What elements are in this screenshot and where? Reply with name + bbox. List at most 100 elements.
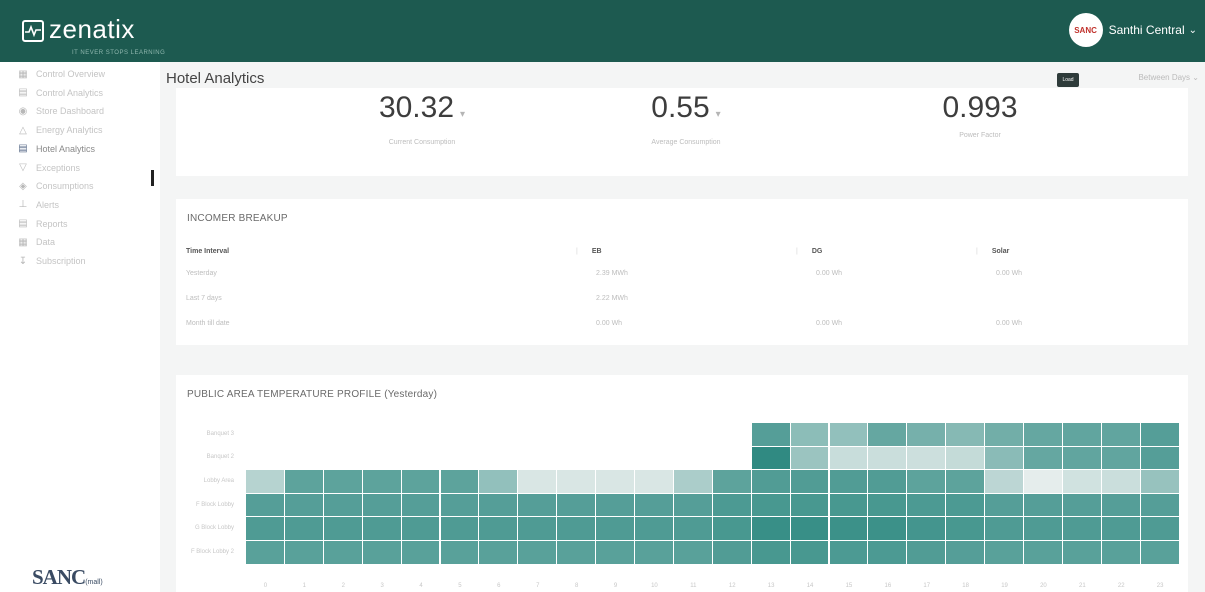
heatmap-cell[interactable]	[557, 470, 596, 493]
zenatix-logo[interactable]: zenatix IT NEVER STOPS LEARNING	[22, 14, 165, 56]
heatmap-cell[interactable]	[1101, 446, 1140, 470]
heatmap-cell[interactable]	[246, 423, 284, 446]
heatmap-cell[interactable]	[907, 541, 946, 564]
heatmap-cell[interactable]	[518, 470, 557, 493]
heatmap-cell[interactable]	[673, 541, 712, 564]
heatmap-cell[interactable]	[596, 517, 634, 540]
heatmap-cell[interactable]	[246, 470, 284, 493]
heatmap-cell[interactable]	[518, 446, 557, 470]
heatmap-cell[interactable]	[751, 517, 790, 540]
heatmap-cell[interactable]	[946, 446, 985, 470]
heatmap-cell[interactable]	[868, 541, 907, 564]
heatmap-cell[interactable]	[284, 446, 323, 470]
heatmap-cell[interactable]	[907, 517, 946, 540]
heatmap-cell[interactable]	[323, 493, 362, 517]
heatmap-cell[interactable]	[829, 517, 868, 540]
heatmap-cell[interactable]	[1140, 470, 1179, 493]
sidebar-item[interactable]: ◈ Consumptions	[16, 178, 93, 194]
heatmap-cell[interactable]	[596, 493, 634, 517]
heatmap-cell[interactable]	[596, 541, 634, 564]
heatmap-cell[interactable]	[712, 541, 751, 564]
heatmap-cell[interactable]	[440, 517, 479, 540]
heatmap-cell[interactable]	[401, 493, 440, 517]
heatmap-cell[interactable]	[673, 493, 712, 517]
heatmap-cell[interactable]	[907, 470, 946, 493]
heatmap-cell[interactable]	[362, 423, 401, 446]
sidebar-item[interactable]: △ Energy Analytics	[16, 122, 102, 138]
heatmap-cell[interactable]	[1062, 423, 1101, 446]
heatmap-cell[interactable]	[1024, 446, 1062, 470]
heatmap-cell[interactable]	[1140, 446, 1179, 470]
heatmap-cell[interactable]	[829, 541, 868, 564]
heatmap-cell[interactable]	[518, 493, 557, 517]
heatmap-cell[interactable]	[479, 541, 518, 564]
heatmap-cell[interactable]	[985, 470, 1023, 493]
heatmap-cell[interactable]	[790, 493, 829, 517]
heatmap-cell[interactable]	[829, 493, 868, 517]
heatmap-cell[interactable]	[479, 423, 518, 446]
date-range-dropdown[interactable]: Between Days ⌄	[1138, 73, 1199, 82]
heatmap-cell[interactable]	[673, 517, 712, 540]
heatmap-cell[interactable]	[1062, 541, 1101, 564]
heatmap-cell[interactable]	[362, 517, 401, 540]
sidebar-item[interactable]: ▤ Hotel Analytics	[16, 141, 95, 157]
heatmap-cell[interactable]	[1140, 423, 1179, 446]
heatmap-cell[interactable]	[1140, 493, 1179, 517]
heatmap-cell[interactable]	[1062, 470, 1101, 493]
heatmap-cell[interactable]	[596, 470, 634, 493]
heatmap-cell[interactable]	[323, 470, 362, 493]
heatmap-cell[interactable]	[284, 423, 323, 446]
heatmap-cell[interactable]	[1140, 541, 1179, 564]
heatmap-cell[interactable]	[440, 493, 479, 517]
heatmap-cell[interactable]	[946, 470, 985, 493]
heatmap-cell[interactable]	[635, 541, 673, 564]
heatmap-cell[interactable]	[985, 541, 1023, 564]
heatmap-cell[interactable]	[790, 423, 829, 446]
heatmap-cell[interactable]	[907, 423, 946, 446]
heatmap-cell[interactable]	[284, 517, 323, 540]
heatmap-cell[interactable]	[790, 446, 829, 470]
heatmap-cell[interactable]	[712, 493, 751, 517]
heatmap-cell[interactable]	[557, 493, 596, 517]
sidebar-item[interactable]: ⊥ Alerts	[16, 197, 59, 213]
heatmap-cell[interactable]	[518, 423, 557, 446]
heatmap-cell[interactable]	[985, 423, 1023, 446]
heatmap-cell[interactable]	[790, 541, 829, 564]
heatmap-cell[interactable]	[401, 541, 440, 564]
heatmap-cell[interactable]	[284, 493, 323, 517]
heatmap-cell[interactable]	[985, 493, 1023, 517]
sidebar-item[interactable]: ↧ Subscription	[16, 253, 86, 269]
heatmap-cell[interactable]	[868, 493, 907, 517]
heatmap-cell[interactable]	[751, 423, 790, 446]
heatmap-cell[interactable]	[440, 423, 479, 446]
heatmap-cell[interactable]	[1024, 517, 1062, 540]
column-header[interactable]: | Solar	[976, 241, 1178, 261]
heatmap-cell[interactable]	[985, 446, 1023, 470]
heatmap-cell[interactable]	[751, 470, 790, 493]
heatmap-cell[interactable]	[1101, 541, 1140, 564]
heatmap-cell[interactable]	[1062, 517, 1101, 540]
heatmap-cell[interactable]	[946, 423, 985, 446]
heatmap-cell[interactable]	[1101, 423, 1140, 446]
heatmap-cell[interactable]	[868, 517, 907, 540]
heatmap-cell[interactable]	[829, 423, 868, 446]
heatmap-cell[interactable]	[1024, 541, 1062, 564]
heatmap-cell[interactable]	[907, 446, 946, 470]
heatmap-cell[interactable]	[1101, 470, 1140, 493]
heatmap-cell[interactable]	[323, 423, 362, 446]
heatmap-cell[interactable]	[246, 541, 284, 564]
heatmap-cell[interactable]	[557, 446, 596, 470]
heatmap-cell[interactable]	[284, 470, 323, 493]
sidebar-item[interactable]: ▦ Control Overview	[16, 66, 105, 82]
load-button[interactable]: Load	[1057, 73, 1079, 87]
heatmap-cell[interactable]	[362, 493, 401, 517]
heatmap-cell[interactable]	[518, 517, 557, 540]
heatmap-cell[interactable]	[401, 470, 440, 493]
heatmap-cell[interactable]	[440, 446, 479, 470]
column-header[interactable]: | EB	[576, 241, 796, 261]
heatmap-cell[interactable]	[323, 517, 362, 540]
heatmap-cell[interactable]	[246, 493, 284, 517]
heatmap-cell[interactable]	[479, 517, 518, 540]
heatmap-cell[interactable]	[868, 423, 907, 446]
heatmap-cell[interactable]	[323, 541, 362, 564]
